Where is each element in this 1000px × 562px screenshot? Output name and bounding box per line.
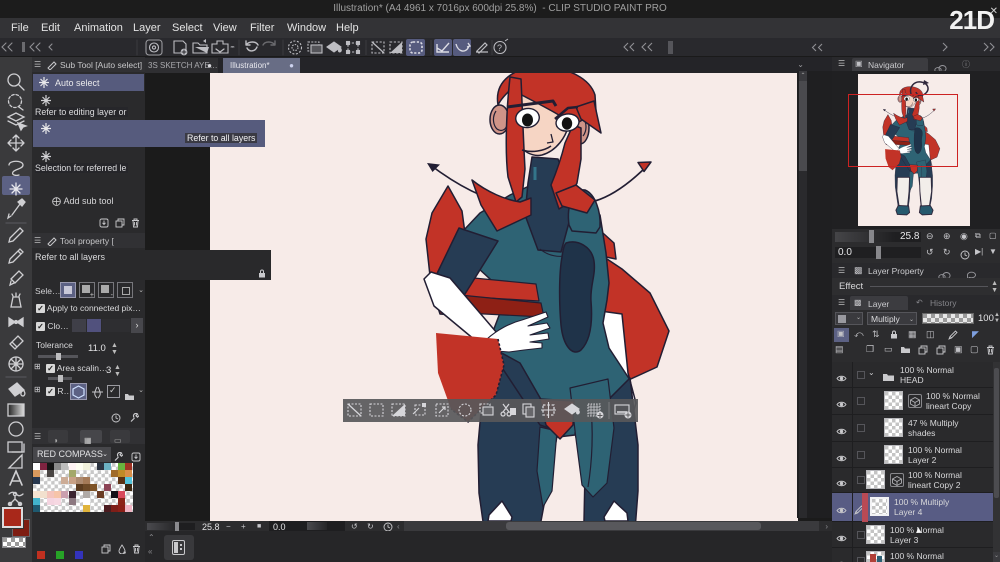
svg-text:?: ? [497, 43, 502, 53]
